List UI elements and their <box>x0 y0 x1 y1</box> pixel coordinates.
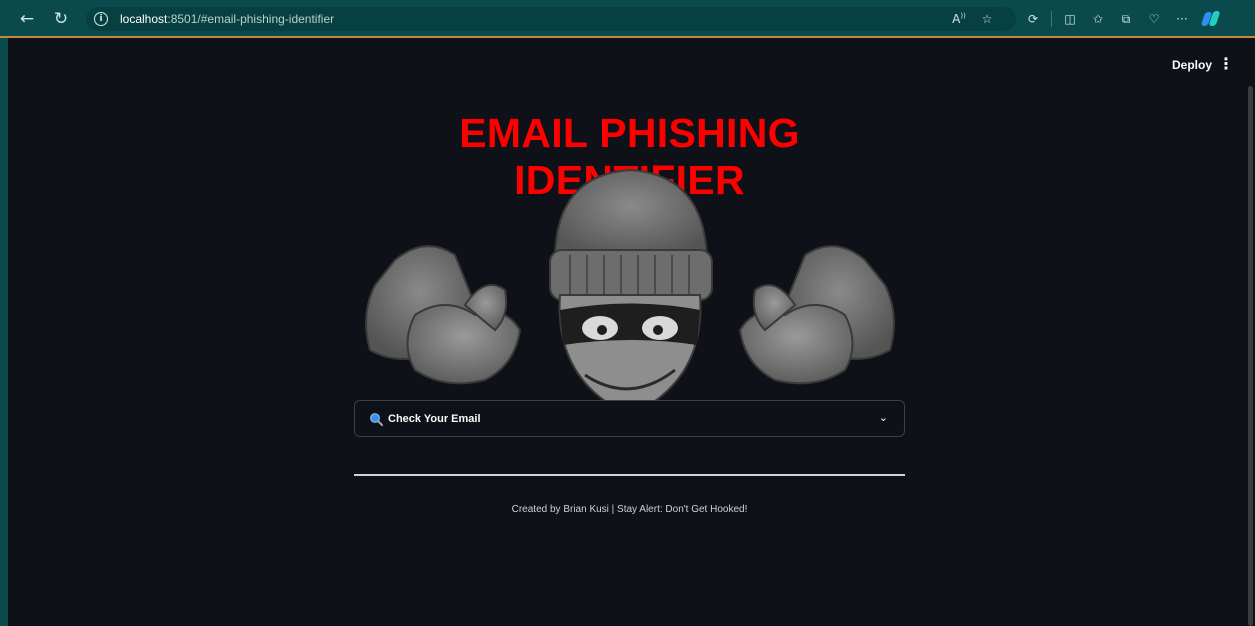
browser-toolbar: ← ↻ i localhost:8501/#email-phishing-ide… <box>0 0 1255 38</box>
split-screen-icon[interactable]: ◫ <box>1056 12 1084 26</box>
back-arrow-icon[interactable]: ← <box>14 6 40 32</box>
extensions-icon[interactable]: ⟳ <box>1019 12 1047 26</box>
toolbar-separator <box>1051 11 1052 27</box>
expander-label: Check Your Email <box>388 412 481 425</box>
footer-credit: Created by Brian Kusi | Stay Alert: Don'… <box>511 504 748 515</box>
deploy-button[interactable]: Deploy <box>1172 58 1212 72</box>
info-icon[interactable]: i <box>94 12 108 26</box>
copilot-icon[interactable] <box>1200 10 1222 28</box>
scrollbar[interactable] <box>1248 86 1253 626</box>
address-bar[interactable]: i localhost:8501/#email-phishing-identif… <box>86 7 1016 31</box>
chevron-down-icon[interactable]: ⌄ <box>879 411 888 424</box>
check-email-expander[interactable]: Check Your Email ⌄ <box>354 400 905 437</box>
read-aloud-icon[interactable]: A)) <box>945 12 973 26</box>
reload-icon[interactable]: ↻ <box>48 6 74 32</box>
collections-icon[interactable]: ⧉ <box>1112 12 1140 27</box>
favorite-star-icon[interactable]: ☆ <box>973 12 1001 26</box>
more-options-icon[interactable]: ··· <box>1168 12 1196 26</box>
browser-essentials-icon[interactable]: ♡ <box>1140 12 1168 26</box>
horizontal-divider <box>354 474 905 476</box>
main-menu-icon[interactable]: ⋮ <box>1218 56 1234 72</box>
browser-actions: A)) ☆ ⟳ ◫ ✩ ⧉ ♡ ··· <box>945 8 1222 30</box>
hacker-illustration <box>365 168 895 401</box>
url-host: localhost <box>120 12 168 26</box>
magnifying-glass-icon <box>370 412 383 426</box>
favorites-icon[interactable]: ✩ <box>1084 12 1112 26</box>
url-path: :8501/#email-phishing-identifier <box>167 12 335 26</box>
window-edge <box>0 38 8 626</box>
